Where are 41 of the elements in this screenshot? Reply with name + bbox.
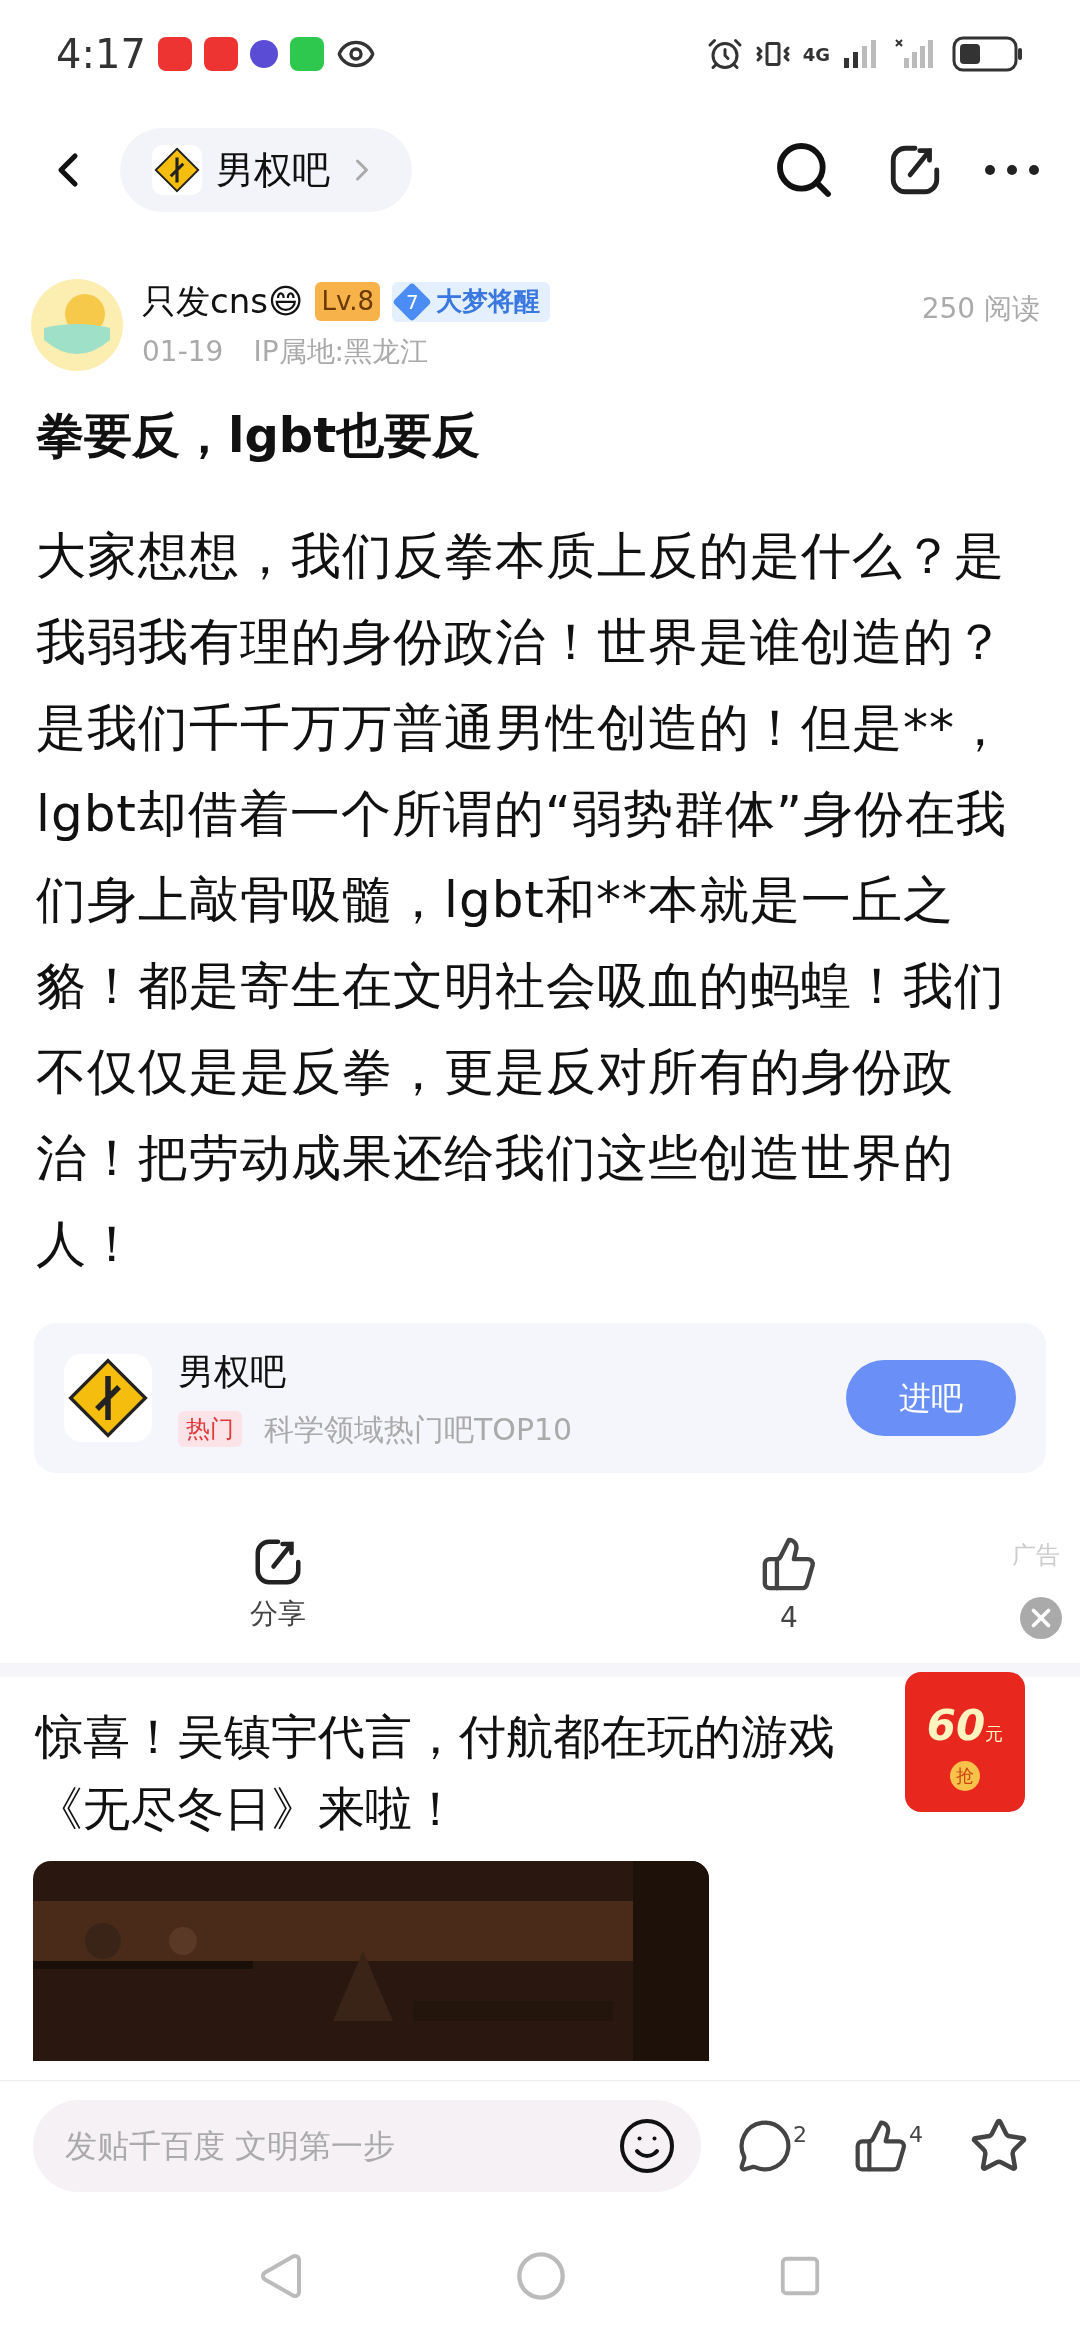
- app-notification-icon: [203, 37, 238, 71]
- ad-title[interactable]: 惊喜！吴镇宇代言，付航都在玩的游戏《无尽冬日》来啦！: [36, 1701, 896, 1845]
- app-notification-icon: [157, 37, 192, 71]
- battery-icon: [952, 36, 1024, 72]
- home-icon: [515, 2250, 567, 2302]
- forum-card[interactable]: 男权吧 热门 科学领域热门吧TOP10 进吧: [34, 1323, 1046, 1473]
- ip-location: IP属地:黑龙江: [253, 334, 428, 370]
- like-action[interactable]: 4: [760, 1535, 818, 1639]
- forum-name: 男权吧: [178, 1349, 287, 1394]
- forum-pill[interactable]: 男权吧: [120, 128, 412, 212]
- hot-tag: 热门: [178, 1411, 242, 1447]
- currency-unit: 元: [985, 1721, 1004, 1746]
- forum-subtitle: 科学领域热门吧TOP10: [264, 1410, 573, 1449]
- post-title: 拳要反，lgbt也要反: [35, 406, 482, 465]
- chat-app-icon: [289, 37, 324, 71]
- author-name[interactable]: 只发cns😄: [142, 276, 304, 327]
- grab-badge: 抢: [950, 1760, 980, 1791]
- emoji-icon: [617, 2116, 677, 2176]
- comment-input[interactable]: 发贴千百度 文明第一步: [33, 2100, 701, 2192]
- post-body: 大家想想，我们反拳本质上反的是什么？是我弱我有理的身份政治！世界是谁创造的？是我们千千万万普通男性创造的！但是**，lgbt却借着一个所谓的“弱势群体”身份在我们身上敲骨吸髓，lgbt和**本就是一丘之貉！都是寄生在文明社会吸血的蚂蝗！我们不仅仅是是反拳，更是反对所有的身份政治！把劳动成果还给我们这些创造世界的人！: [35, 526, 1008, 1275]
- level-badge: Lv.8: [315, 282, 381, 321]
- badge-title: 大梦将醒: [436, 285, 541, 318]
- thumbs-up-icon: [760, 1535, 818, 1593]
- comment-icon: [737, 2118, 793, 2174]
- read-count: 250 阅读: [921, 291, 1041, 327]
- cash-envelope-button[interactable]: 60元 抢: [905, 1672, 1025, 1812]
- badge-number: 7: [405, 291, 419, 312]
- app-notification-icon: [249, 40, 278, 68]
- alarm-icon: [706, 36, 743, 72]
- emoji-button[interactable]: [617, 2116, 677, 2176]
- cash-amount: 60: [926, 1699, 986, 1752]
- network-type: 4G: [802, 42, 830, 67]
- post-date: 01-19: [142, 334, 224, 370]
- more-icon: [984, 164, 1040, 176]
- like-button[interactable]: 4: [853, 2118, 923, 2174]
- share-action[interactable]: 分享: [250, 1535, 306, 1635]
- thumbs-up-icon: [853, 2118, 909, 2174]
- road-sign-logo: [152, 145, 202, 195]
- comments-button[interactable]: 2: [737, 2118, 807, 2174]
- more-button[interactable]: [984, 164, 1040, 176]
- clock-time: 4:17: [56, 30, 146, 79]
